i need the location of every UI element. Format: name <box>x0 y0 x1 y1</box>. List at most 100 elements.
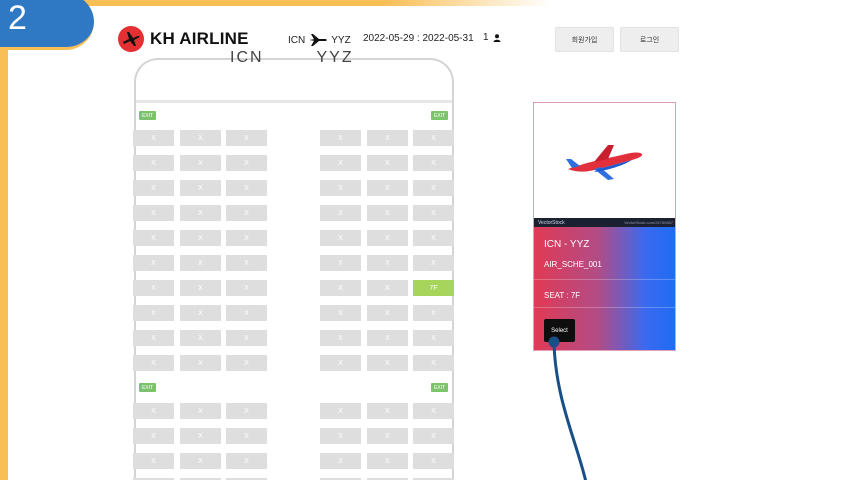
seat[interactable]: X <box>180 255 221 271</box>
ticket-seat: SEAT : 7F <box>544 291 581 300</box>
seat[interactable]: X <box>413 155 454 171</box>
route-destination: YYZ <box>331 34 351 46</box>
ticket-divider <box>534 307 675 308</box>
seat[interactable]: X <box>320 130 361 146</box>
seat[interactable]: X <box>133 180 174 196</box>
seat[interactable]: X <box>226 255 267 271</box>
stock-id: VectorStock.com/24789887 <box>624 220 673 225</box>
seat[interactable]: X <box>413 428 454 444</box>
seat[interactable]: X <box>320 230 361 246</box>
seat[interactable]: X <box>226 205 267 221</box>
seat[interactable]: X <box>320 305 361 321</box>
seat[interactable]: X <box>180 130 221 146</box>
seatmap-title-destination: YYZ <box>316 49 354 66</box>
seat[interactable]: X <box>180 180 221 196</box>
seat[interactable]: X <box>413 205 454 221</box>
seat[interactable]: X <box>320 280 361 296</box>
seat[interactable]: X <box>226 355 267 371</box>
seat[interactable]: X <box>320 205 361 221</box>
seat[interactable]: X <box>226 280 267 296</box>
seat[interactable]: X <box>367 180 408 196</box>
seat[interactable]: X <box>320 330 361 346</box>
step-number: 2 <box>8 0 27 37</box>
seat[interactable]: X <box>180 305 221 321</box>
seat[interactable]: X <box>367 305 408 321</box>
seat[interactable]: X <box>367 205 408 221</box>
login-button[interactable]: 로그인 <box>620 27 679 52</box>
seat[interactable]: X <box>226 155 267 171</box>
seat[interactable]: X <box>226 130 267 146</box>
seat[interactable]: X <box>367 403 408 419</box>
seat[interactable]: X <box>133 255 174 271</box>
seat[interactable]: X <box>320 255 361 271</box>
seat[interactable]: X <box>180 330 221 346</box>
seat[interactable]: X <box>413 230 454 246</box>
seat[interactable]: X <box>133 403 174 419</box>
seat[interactable]: X <box>320 155 361 171</box>
seat[interactable]: X <box>367 230 408 246</box>
seat[interactable]: X <box>180 403 221 419</box>
signup-button[interactable]: 회원가입 <box>555 27 614 52</box>
seat[interactable]: X <box>413 355 454 371</box>
seat[interactable]: X <box>133 155 174 171</box>
seat[interactable]: X <box>320 428 361 444</box>
seat[interactable]: X <box>320 403 361 419</box>
seat[interactable]: X <box>133 355 174 371</box>
seat[interactable]: X <box>180 280 221 296</box>
pointer-line <box>552 343 588 480</box>
passenger-count-value: 1 <box>483 32 489 43</box>
seat[interactable]: X <box>367 428 408 444</box>
seat[interactable]: X <box>413 403 454 419</box>
seat[interactable]: X <box>367 355 408 371</box>
ticket-card: VectorStock VectorStock.com/24789887 ICN… <box>533 102 676 351</box>
seat[interactable]: X <box>413 305 454 321</box>
seat[interactable]: X <box>226 330 267 346</box>
airplane-illustration-icon <box>566 145 643 180</box>
seat[interactable]: X <box>367 453 408 469</box>
seat[interactable]: X <box>367 255 408 271</box>
seat[interactable]: X <box>320 180 361 196</box>
seat[interactable]: X <box>133 130 174 146</box>
seat[interactable]: X <box>320 355 361 371</box>
seat-selected[interactable]: 7F <box>413 280 454 296</box>
seat[interactable]: X <box>226 403 267 419</box>
seat[interactable]: X <box>367 280 408 296</box>
seat[interactable]: X <box>133 428 174 444</box>
seat[interactable]: X <box>180 230 221 246</box>
seat[interactable]: X <box>367 330 408 346</box>
exit-sign: EXIT <box>431 111 448 120</box>
travel-dates: 2022-05-29 : 2022-05-31 <box>363 33 474 44</box>
seat[interactable]: X <box>226 428 267 444</box>
seat[interactable]: X <box>180 428 221 444</box>
seat[interactable]: X <box>413 330 454 346</box>
seat[interactable]: X <box>413 180 454 196</box>
seat[interactable]: X <box>180 155 221 171</box>
seat[interactable]: X <box>226 230 267 246</box>
airplane-icon <box>309 34 328 46</box>
seat[interactable]: X <box>367 130 408 146</box>
ticket-route: ICN - YYZ <box>544 239 590 250</box>
seat[interactable]: X <box>413 130 454 146</box>
seat[interactable]: X <box>180 205 221 221</box>
seat[interactable]: X <box>180 453 221 469</box>
airplane-icon <box>118 26 144 52</box>
seat[interactable]: X <box>180 355 221 371</box>
ticket-divider <box>534 279 675 280</box>
seat[interactable]: X <box>413 255 454 271</box>
seat[interactable]: X <box>413 453 454 469</box>
stock-brand: VectorStock <box>538 219 565 226</box>
seat[interactable]: X <box>133 330 174 346</box>
seat[interactable]: X <box>320 453 361 469</box>
seat[interactable]: X <box>133 230 174 246</box>
select-button[interactable]: Select <box>544 319 575 342</box>
passenger-count: 1 <box>483 32 501 43</box>
seat[interactable]: X <box>226 453 267 469</box>
seat[interactable]: X <box>133 305 174 321</box>
seat[interactable]: X <box>226 180 267 196</box>
seat[interactable]: X <box>367 155 408 171</box>
seat[interactable]: X <box>133 453 174 469</box>
seat[interactable]: X <box>133 205 174 221</box>
seat[interactable]: X <box>226 305 267 321</box>
slide-accent-bar-left <box>0 0 8 480</box>
seat[interactable]: X <box>133 280 174 296</box>
